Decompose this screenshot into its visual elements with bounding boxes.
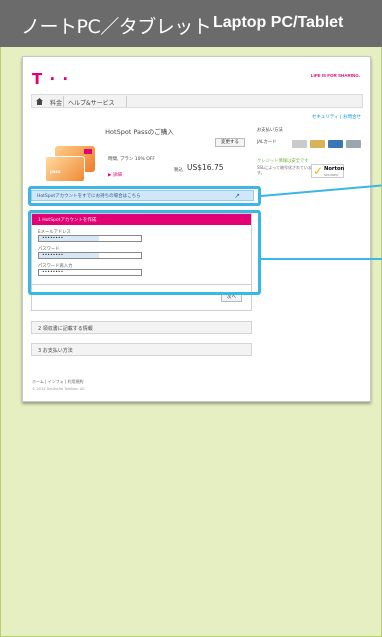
card-icon [328, 140, 343, 148]
callout-line [261, 258, 382, 260]
top-nav: 料金 ヘルプ&サービス [31, 94, 363, 108]
nav-item-pricing[interactable]: 料金 [50, 98, 62, 107]
highlight-existing-account [28, 186, 261, 206]
pass-card-front: pass [45, 156, 85, 182]
footer-links[interactable]: ホーム | インフォ | 利用規約 [32, 379, 84, 385]
price: US$16.75 [187, 163, 224, 172]
telekom-logo[interactable]: T · · [32, 70, 69, 88]
header-title-en: Laptop PC/Tablet [213, 14, 344, 31]
norton-sub: SECURED [324, 173, 339, 177]
norton-name: Norton [324, 166, 345, 172]
card-icon [292, 140, 307, 148]
nav-separator [63, 96, 64, 107]
secure-notice: クレジット情報は安全です [257, 159, 309, 164]
security-links[interactable]: セキュリティ | お問合せ [312, 114, 361, 120]
norton-check-icon: ✓ [313, 164, 324, 178]
nav-item-help[interactable]: ヘルプ&サービス [68, 98, 115, 107]
site-slogan: LIFE IS FOR SHARING. [310, 73, 360, 78]
change-button[interactable]: 変更する [215, 138, 245, 147]
card-label: pass [50, 169, 61, 174]
card-icon [346, 140, 361, 148]
payment-methods-label: お支払い方法 [257, 128, 283, 133]
plan-text: 時間, プラン 10% OFF [108, 157, 155, 162]
header-title-ja: ノートPC／タブレット [21, 16, 212, 38]
tax-label: 税込 [174, 168, 183, 173]
card-icon [310, 140, 325, 148]
highlight-create-account [28, 210, 261, 295]
step-receipt-info[interactable]: 2 領収書に記載する情報 [31, 321, 252, 334]
step-payment-method[interactable]: 3 お支払い方法 [31, 343, 252, 356]
footer-copyright: © 2014 Deutsche Telekom AG [32, 387, 85, 391]
ssl-notice: SSLによって暗号化されています。 [257, 165, 312, 175]
home-icon[interactable] [36, 98, 43, 105]
card-logo [84, 149, 92, 154]
purchase-title: HotSpot Passのご購入 [105, 128, 174, 136]
details-link[interactable]: ▶ 詳細 [108, 172, 122, 178]
page-header: ノートPC／タブレット Laptop PC/Tablet [0, 0, 382, 47]
accepted-cards [256, 140, 365, 149]
norton-badge[interactable]: ✓ Norton SECURED [311, 164, 344, 178]
nav-separator [126, 96, 127, 107]
